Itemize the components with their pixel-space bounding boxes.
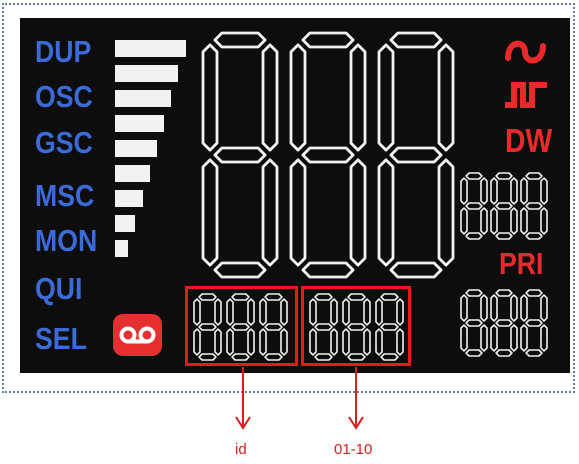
annotation-channel: 01-10 [334, 441, 373, 458]
annotation-arrows [235, 367, 364, 430]
annotation-id: id [235, 441, 247, 458]
